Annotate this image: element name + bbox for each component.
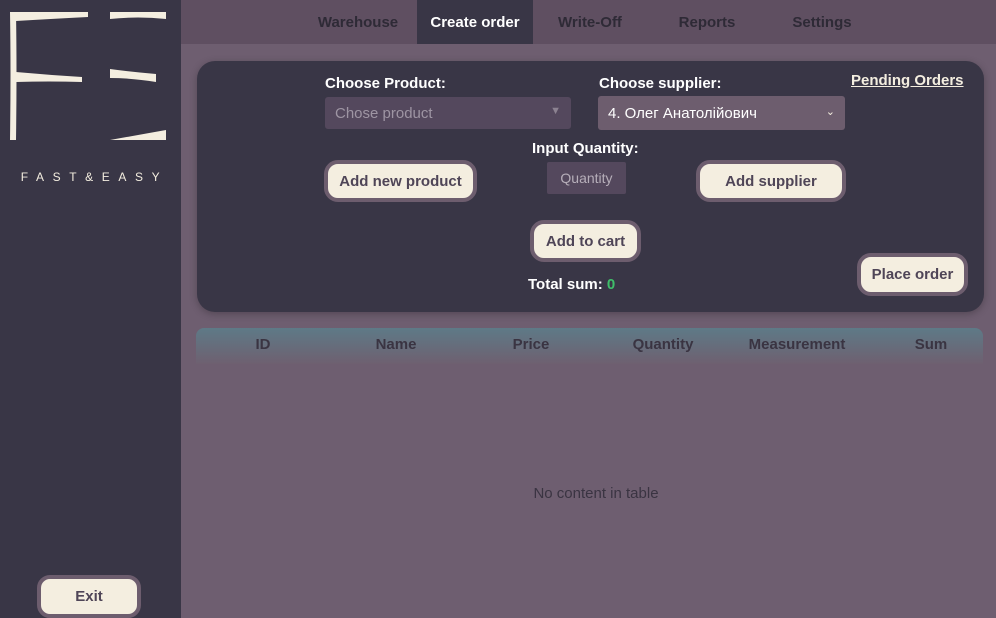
sidebar: FAST&EASY Exit [0,0,181,618]
chevron-down-icon: ⌄ [825,106,835,118]
order-panel: Choose Product: Chose product ▼ Choose s… [197,61,984,312]
place-order-button[interactable]: Place order [857,253,968,296]
supplier-label: Choose supplier: [599,75,722,92]
tab-create-order[interactable]: Create order [417,0,533,44]
quantity-input[interactable]: Quantity [547,162,626,194]
product-label: Choose Product: [325,75,446,92]
exit-button[interactable]: Exit [37,575,141,618]
total-sum-value: 0 [606,276,616,293]
tab-reports[interactable]: Reports [647,0,767,44]
column-header-id[interactable]: ID [226,328,300,360]
add-supplier-button[interactable]: Add supplier [696,160,846,202]
pending-orders-link[interactable]: Pending Orders [851,72,964,89]
column-header-measurement[interactable]: Measurement [737,328,857,360]
tab-warehouse[interactable]: Warehouse [297,0,419,44]
supplier-select[interactable]: 4. Олег Анатолійович ⌄ [598,96,845,130]
add-to-cart-button[interactable]: Add to cart [530,220,641,262]
top-nav: Warehouse Create order Write-Off Reports… [181,0,996,44]
tab-write-off[interactable]: Write-Off [533,0,647,44]
product-placeholder: Chose product [335,104,433,122]
column-header-price[interactable]: Price [486,328,576,360]
column-header-quantity[interactable]: Quantity [608,328,718,360]
add-new-product-button[interactable]: Add new product [324,160,477,202]
empty-table-message: No content in table [533,485,659,502]
tab-settings[interactable]: Settings [767,0,877,44]
quantity-label: Input Quantity: [532,140,639,157]
fast-easy-logo [10,12,166,140]
supplier-value: 4. Олег Анатолійович [608,104,757,122]
total-sum-label: Total sum: [528,276,603,293]
product-select[interactable]: Chose product ▼ [325,97,571,129]
column-header-sum[interactable]: Sum [891,328,971,360]
logo-subtitle: FAST&EASY [20,170,169,184]
chevron-down-icon: ▼ [550,105,561,117]
column-header-name[interactable]: Name [336,328,456,360]
total-sum: Total sum: 0 [528,276,615,293]
table-header: ID Name Price Quantity Measurement Sum [196,328,983,364]
